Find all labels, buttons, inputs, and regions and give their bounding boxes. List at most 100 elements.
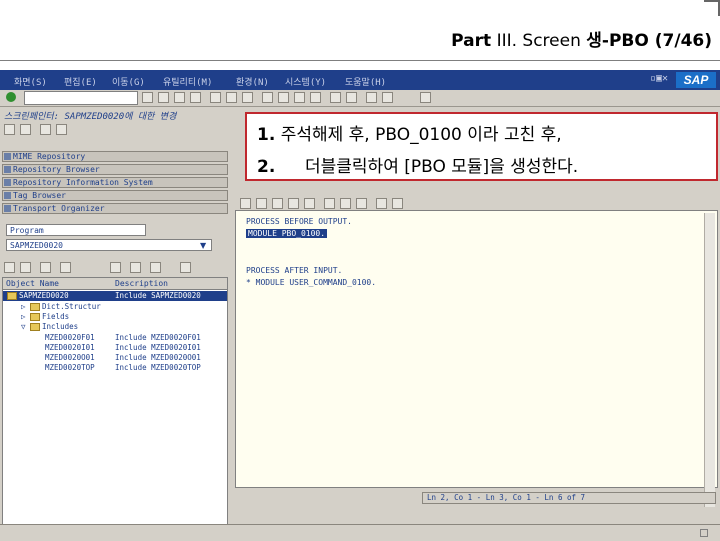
menu-edit[interactable]: 편집(E) (64, 75, 97, 88)
tag-icon (4, 192, 11, 199)
tree-row-includes[interactable]: ▽ Includes (3, 322, 227, 332)
nav-transport-organizer[interactable]: Transport Organizer (2, 203, 228, 214)
menu-goto[interactable]: 이동(G) (112, 75, 145, 88)
find-icon[interactable] (226, 92, 237, 103)
last-page-icon[interactable] (310, 92, 321, 103)
title-roman: III. (496, 31, 518, 51)
flow-logic-editor[interactable]: PROCESS BEFORE OUTPUT. MODULE PBO_0100. … (235, 210, 718, 507)
col-description[interactable]: Description (115, 279, 168, 288)
pattern-icon[interactable] (356, 198, 367, 209)
back-icon[interactable] (158, 92, 169, 103)
tree-back-icon[interactable] (4, 262, 15, 273)
tree-up-icon[interactable] (40, 262, 51, 273)
mime-icon (4, 153, 11, 160)
insert-icon[interactable] (324, 198, 335, 209)
menu-environment[interactable]: 환경(N) (236, 75, 269, 88)
nav-repository-browser[interactable]: Repository Browser (2, 164, 228, 175)
tree-find-icon[interactable] (150, 262, 161, 273)
editor-toolbar (240, 196, 440, 210)
menu-bar: 화면(S) 편집(E) 이동(G) 유틸리티(M) 환경(N) 시스템(Y) 도… (0, 70, 720, 90)
object-type-select[interactable]: Program (6, 224, 146, 236)
cut-icon[interactable] (240, 198, 251, 209)
screen-subtitle-text: 스크린페인터: SAPMZED0020에 대한 변경 (4, 112, 177, 121)
code-line-pai: PROCESS AFTER INPUT. (246, 266, 343, 275)
title-screen: Screen (522, 31, 581, 51)
new-session-icon[interactable] (330, 92, 341, 103)
menu-utilities[interactable]: 유틸리티(M) (163, 75, 212, 88)
next-page-icon[interactable] (294, 92, 305, 103)
format-icon[interactable] (392, 198, 403, 209)
other-object-icon[interactable] (20, 124, 31, 135)
tree-toolbar (0, 260, 245, 274)
instruction-step-2: 2. 더블클릭하여 [PBO 모듈]을 생성한다. (257, 152, 578, 177)
object-name-input[interactable]: SAPMZED0020 (6, 239, 212, 251)
tree-row-include[interactable]: MZED0020TOP Include MZED0020TOP (3, 363, 227, 373)
editor-scrollbar[interactable] (704, 213, 715, 507)
nav-transport-label: Transport Organizer (13, 204, 105, 213)
tree-collapse-icon[interactable] (130, 262, 141, 273)
command-field[interactable] (24, 91, 138, 105)
undo-icon[interactable] (288, 198, 299, 209)
activate-icon[interactable] (56, 124, 67, 135)
tree-row-dict[interactable]: ▷ Dict.Structur (3, 302, 227, 312)
code-line-pbo: PROCESS BEFORE OUTPUT. (246, 217, 352, 226)
layout-icon[interactable] (382, 92, 393, 103)
first-page-icon[interactable] (262, 92, 273, 103)
tree-row-desc: Include SAPMZED0020 (115, 291, 201, 300)
nav-tag-label: Tag Browser (13, 191, 66, 200)
tree-row-program[interactable]: SAPMZED0020 Include SAPMZED0020 (3, 291, 227, 301)
exit-icon[interactable] (174, 92, 185, 103)
slide-title: Part III. Screen 생-PBO (7/46) (451, 26, 712, 51)
pretty-print-icon[interactable] (376, 198, 387, 209)
print-icon[interactable] (210, 92, 221, 103)
title-part: Part (451, 31, 492, 51)
nav-mime-repository[interactable]: MIME Repository (2, 151, 228, 162)
tree-header: Object Name Description (3, 278, 227, 290)
tree-expand-icon[interactable] (110, 262, 121, 273)
col-object-name[interactable]: Object Name (6, 279, 59, 288)
find-next-icon[interactable] (242, 92, 253, 103)
step-1-number: 1. (257, 125, 276, 145)
tree-refresh-icon[interactable] (60, 262, 71, 273)
menu-help[interactable]: 도움말(H) (345, 75, 386, 88)
save-icon[interactable] (142, 92, 153, 103)
tree-close-icon[interactable] (180, 262, 191, 273)
copy-icon[interactable] (256, 198, 267, 209)
info-system-icon (4, 179, 11, 186)
tree-row-include[interactable]: MZED0020I01 Include MZED0020I01 (3, 343, 227, 353)
menu-screen[interactable]: 화면(S) (14, 75, 47, 88)
window-controls-icon[interactable]: ▫▣✕ (650, 73, 668, 84)
step-1-text: 주석해제 후, PBO_0100 이라 고친 후, (280, 125, 562, 145)
code-line-module-pai: * MODULE USER_COMMAND_0100. (246, 278, 377, 287)
dropdown-icon[interactable]: ▼ (200, 241, 206, 250)
check-icon[interactable] (40, 124, 51, 135)
cancel-icon[interactable] (190, 92, 201, 103)
tree-row-include[interactable]: MZED0020F01 Include MZED0020F01 (3, 333, 227, 343)
nav-repository-info[interactable]: Repository Information System (2, 177, 228, 188)
folder-icon (30, 313, 41, 321)
nav-mime-label: MIME Repository (13, 152, 86, 161)
help-icon[interactable] (366, 92, 377, 103)
settings-icon[interactable] (420, 92, 431, 103)
paste-icon[interactable] (272, 198, 283, 209)
title-korean: 생 (586, 31, 602, 51)
nav-tag-browser[interactable]: Tag Browser (2, 190, 228, 201)
editor-status: Ln 2, Co 1 - Ln 3, Co 1 - Ln 6 of 7 (422, 492, 716, 504)
sap-logo: SAP (676, 72, 716, 88)
object-tree: Object Name Description SAPMZED0020 Incl… (2, 277, 228, 540)
corner-mark (704, 0, 720, 16)
screen-subtitle: 스크린페인터: SAPMZED0020에 대한 변경 (0, 107, 245, 121)
block-icon[interactable] (340, 198, 351, 209)
prev-page-icon[interactable] (278, 92, 289, 103)
menu-system[interactable]: 시스템(Y) (285, 75, 326, 88)
tree-forward-icon[interactable] (20, 262, 31, 273)
nav-browser-label: Repository Browser (13, 165, 100, 174)
browser-icon (4, 166, 11, 173)
redo-icon[interactable] (304, 198, 315, 209)
tree-row-fields[interactable]: ▷ Fields (3, 312, 227, 322)
shortcut-icon[interactable] (346, 92, 357, 103)
enter-icon[interactable] (6, 92, 16, 102)
code-line-module-pbo[interactable]: MODULE PBO_0100. (246, 229, 328, 238)
tree-row-include[interactable]: MZED0020O01 Include MZED0020O01 (3, 353, 227, 363)
display-change-icon[interactable] (4, 124, 15, 135)
